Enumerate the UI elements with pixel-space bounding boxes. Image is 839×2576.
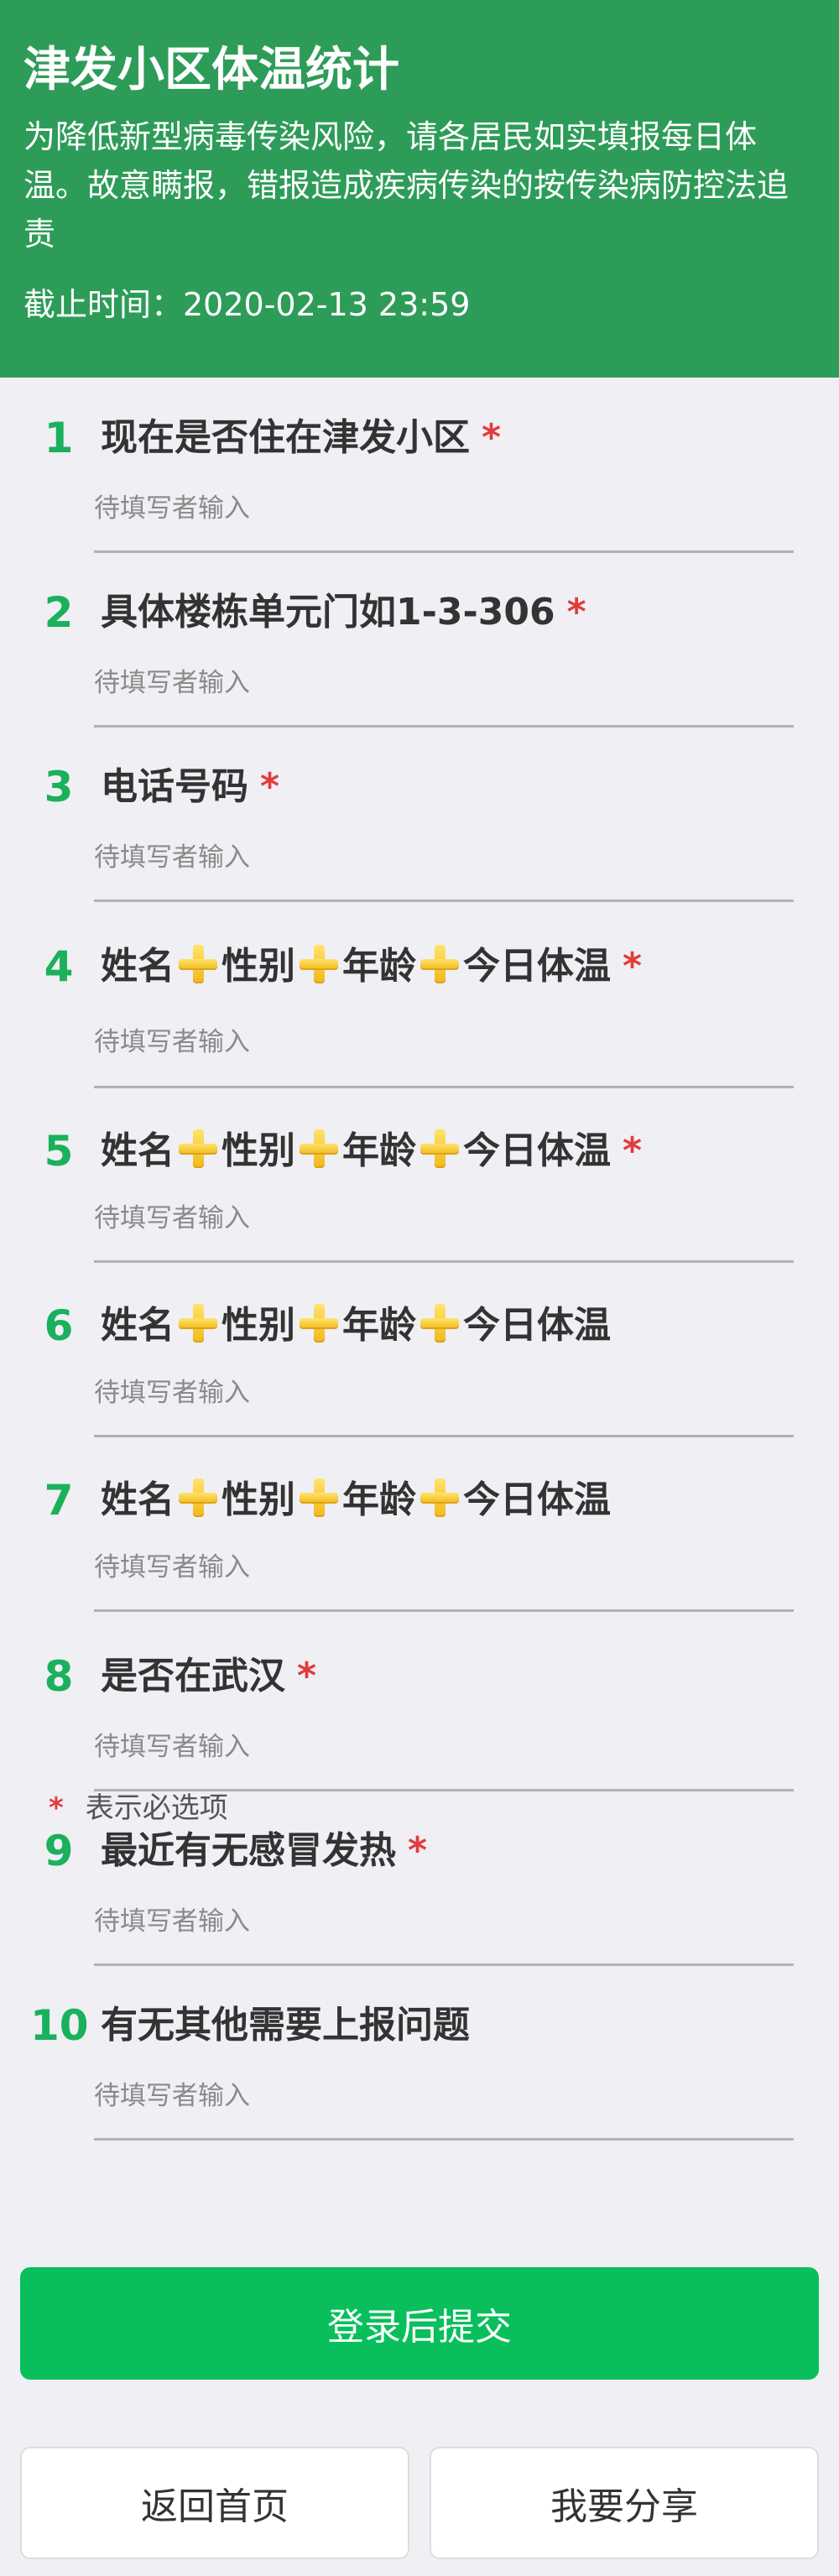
question-text: 现在是否住在津发小区: [101, 416, 470, 459]
plus-icon: [419, 1477, 461, 1519]
question-number: 6: [44, 1301, 74, 1350]
label-gender: 性别: [221, 945, 295, 988]
plus-icon: [177, 1302, 219, 1344]
answer-input-2[interactable]: [94, 660, 794, 707]
question-number: 5: [44, 1127, 74, 1176]
question-number: 7: [44, 1476, 74, 1525]
required-marker: *: [297, 1655, 317, 1697]
question-label: 姓名 性别 年龄 今日体温 *: [101, 1124, 642, 1178]
answer-input-6[interactable]: [94, 1369, 794, 1416]
legend-text: 表示必选项: [85, 1791, 228, 1825]
question-label: 姓名 性别 年龄 今日体温 *: [101, 940, 642, 993]
label-temperature: 今日体温: [463, 1478, 611, 1521]
page-title: 津发小区体温统计: [23, 43, 399, 97]
input-underline: [94, 900, 794, 902]
question-number: 8: [44, 1652, 74, 1701]
input-underline: [94, 725, 794, 727]
submit-button[interactable]: 登录后提交: [20, 2267, 819, 2380]
question-label: 姓名 性别 年龄 今日体温: [101, 1473, 611, 1527]
question-label: 具体楼栋单元门如1-3-306 *: [101, 586, 586, 639]
required-marker: *: [408, 1829, 428, 1872]
answer-input-8[interactable]: [94, 1723, 794, 1770]
question-text: 具体楼栋单元门如1-3-306: [101, 591, 555, 634]
answer-input-3[interactable]: [94, 834, 794, 881]
question-list: 1 现在是否住在津发小区 * 2 具体楼栋单元门如1-3-306 * 3 电话号码 *…: [0, 378, 839, 2165]
label-age: 年龄: [342, 1304, 416, 1347]
form-header: 津发小区体温统计 为降低新型病毒传染风险，请各居民如实填报每日体温。故意瞒报，错…: [0, 0, 839, 378]
question-label: 有无其他需要上报问题: [101, 1999, 470, 2052]
label-temperature: 今日体温: [463, 945, 611, 988]
question-number: 4: [44, 942, 74, 991]
required-legend: * 表示必选项: [49, 1787, 228, 1829]
question-label: 姓名 性别 年龄 今日体温: [101, 1299, 611, 1353]
label-age: 年龄: [342, 945, 416, 988]
question-text: 是否在武汉: [101, 1655, 285, 1697]
label-name: 姓名: [101, 1478, 175, 1521]
question-label: 电话号码 *: [101, 760, 279, 814]
label-gender: 性别: [221, 1304, 295, 1347]
question-number: 10: [30, 2001, 89, 2050]
question-text: 最近有无感冒发热: [101, 1829, 396, 1872]
input-underline: [94, 2138, 794, 2141]
input-underline: [94, 550, 794, 553]
question-label: 现在是否住在津发小区 *: [101, 411, 501, 465]
plus-icon: [298, 943, 340, 985]
form-description: 为降低新型病毒传染风险，请各居民如实填报每日体温。故意瞒报，错报造成疾病传染的按…: [23, 118, 789, 253]
question-number: 1: [44, 414, 74, 462]
question-label: 是否在武汉 *: [101, 1650, 316, 1703]
plus-icon: [177, 1128, 219, 1170]
label-temperature: 今日体温: [463, 1304, 611, 1347]
question-number: 3: [44, 763, 74, 811]
input-underline: [94, 1260, 794, 1263]
question-number: 2: [44, 588, 74, 637]
question-number: 9: [44, 1827, 74, 1875]
label-name: 姓名: [101, 945, 175, 988]
answer-input-1[interactable]: [94, 485, 794, 532]
plus-icon: [177, 943, 219, 985]
required-marker: *: [566, 591, 586, 634]
label-age: 年龄: [342, 1129, 416, 1172]
answer-input-10[interactable]: [94, 2073, 794, 2120]
required-marker: *: [260, 765, 280, 808]
plus-icon: [298, 1302, 340, 1344]
label-gender: 性别: [221, 1478, 295, 1521]
answer-input-4[interactable]: [94, 1019, 794, 1066]
question-text: 有无其他需要上报问题: [101, 2004, 470, 2047]
label-name: 姓名: [101, 1129, 175, 1172]
question-label: 最近有无感冒发热 *: [101, 1824, 427, 1878]
answer-input-7[interactable]: [94, 1544, 794, 1591]
deadline-text: 截止时间：2020-02-13 23:59: [23, 286, 471, 323]
label-name: 姓名: [101, 1304, 175, 1347]
label-temperature: 今日体温: [463, 1129, 611, 1172]
input-underline: [94, 1963, 794, 1966]
plus-icon: [298, 1128, 340, 1170]
required-marker: *: [623, 945, 643, 988]
plus-icon: [419, 1128, 461, 1170]
required-marker: *: [623, 1129, 643, 1172]
question-text: 电话号码: [101, 765, 248, 808]
plus-icon: [298, 1477, 340, 1519]
share-button[interactable]: 我要分享: [430, 2447, 819, 2559]
required-marker: *: [482, 416, 502, 459]
plus-icon: [419, 1302, 461, 1344]
answer-input-9[interactable]: [94, 1898, 794, 1945]
input-underline: [94, 1086, 794, 1088]
plus-icon: [419, 943, 461, 985]
plus-icon: [177, 1477, 219, 1519]
back-home-button[interactable]: 返回首页: [20, 2447, 409, 2559]
input-underline: [94, 1609, 794, 1612]
input-underline: [94, 1435, 794, 1437]
required-star: *: [49, 1791, 64, 1825]
label-age: 年龄: [342, 1478, 416, 1521]
label-gender: 性别: [221, 1129, 295, 1172]
answer-input-5[interactable]: [94, 1195, 794, 1242]
